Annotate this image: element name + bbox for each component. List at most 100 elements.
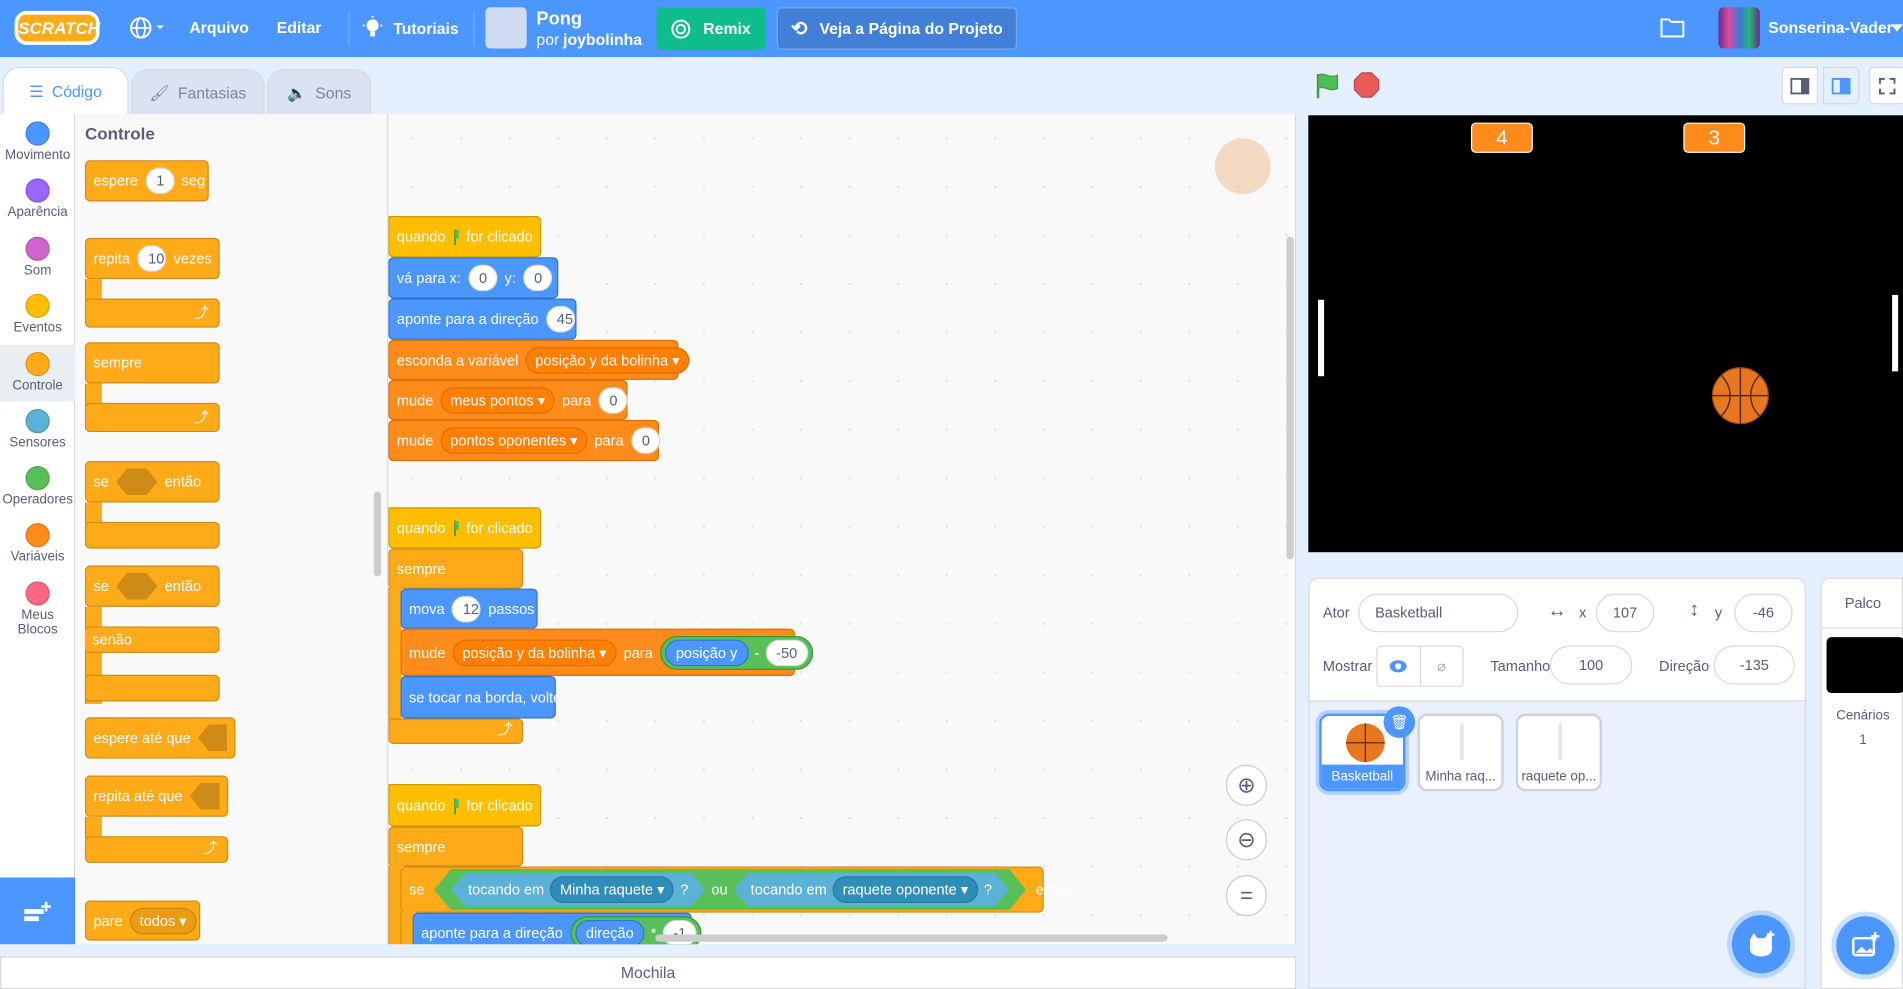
category-events[interactable]: Eventos [0, 286, 75, 343]
stop-icon[interactable] [1353, 72, 1380, 99]
category-motion[interactable]: Movimento [0, 114, 75, 171]
category-control[interactable]: Controle [0, 344, 76, 402]
touching-block[interactable]: tocando em raquete oponente ▾? [734, 873, 1009, 907]
sprite-tile-my-paddle[interactable]: Minha raq... [1417, 713, 1504, 792]
palette-scrollbar[interactable] [373, 491, 382, 577]
chevron-down-icon[interactable] [1890, 24, 1903, 32]
username[interactable]: Sonserina-Vader [1768, 18, 1893, 36]
block-if[interactable]: se então [84, 461, 220, 503]
sprite-dropdown[interactable]: Minha raquete ▾ [550, 876, 674, 903]
y-input[interactable]: -46 [1734, 593, 1793, 633]
number-input[interactable]: 1 [145, 167, 175, 195]
block-repeat[interactable]: repita 10 vezes [84, 237, 220, 280]
variable-dropdown[interactable]: pontos oponentes ▾ [440, 427, 588, 454]
variable-dropdown[interactable]: posição y da bolinha ▾ [525, 346, 690, 374]
stage[interactable]: 4 3 [1308, 115, 1903, 553]
stage-pane[interactable]: Palco Cenários 1 [1820, 577, 1903, 989]
tab-code[interactable]: ☰ Código [2, 66, 129, 116]
stop-dropdown[interactable]: todos ▾ [129, 907, 197, 934]
block-point-in-direction[interactable]: aponte para a direção direção * -1 [412, 912, 703, 945]
block-forever[interactable]: sempre [388, 548, 524, 589]
category-sensing[interactable]: Sensores [0, 402, 75, 459]
size-input[interactable]: 100 [1549, 645, 1633, 685]
category-operators[interactable]: Operadores [0, 459, 75, 516]
user-avatar[interactable] [1718, 7, 1760, 49]
category-my-blocks[interactable]: Meus Blocos [0, 574, 75, 637]
scratch-logo[interactable]: SCRATCH [14, 10, 100, 45]
number-input[interactable]: 45 [545, 305, 575, 333]
tab-costumes[interactable]: 🖌 Fantasias [131, 69, 265, 116]
choose-backdrop-button[interactable] [1836, 916, 1895, 975]
folder-icon[interactable] [1660, 16, 1685, 38]
block-if-on-edge-bounce[interactable]: se tocar na borda, volte [400, 676, 561, 719]
language-menu[interactable] [129, 16, 165, 40]
fullscreen-button[interactable] [1869, 66, 1903, 105]
block-when-flag-clicked[interactable]: quando for clicado [388, 197, 542, 258]
block-text: se [93, 473, 109, 491]
stage-thumbnail[interactable] [1826, 637, 1903, 693]
backpack[interactable]: Mochila [0, 956, 1297, 989]
variable-dropdown[interactable]: meus pontos ▾ [440, 386, 555, 414]
block-text: vá para x: [396, 269, 461, 287]
show-button[interactable] [1377, 646, 1421, 686]
block-set-variable[interactable]: mude pontos oponentes ▾ para 0 [388, 419, 661, 462]
block-wait[interactable]: espere 1 seg [84, 160, 209, 202]
category-sound[interactable]: Som [0, 229, 75, 286]
sprite-dropdown[interactable]: raquete oponente ▾ [833, 876, 978, 903]
add-extension-button[interactable] [0, 877, 76, 945]
tutorials-button[interactable]: Tutoriais [362, 15, 459, 40]
small-stage-button[interactable] [1781, 66, 1819, 105]
block-move-steps[interactable]: mova 12 passos [400, 588, 538, 629]
horizontal-scrollbar[interactable] [655, 934, 1168, 942]
value-input[interactable]: 0 [630, 427, 661, 454]
author-link[interactable]: joybolinha [563, 30, 642, 48]
number-input[interactable]: -50 [765, 638, 809, 666]
green-flag-icon[interactable] [1313, 72, 1342, 101]
block-when-flag-clicked[interactable]: quando for clicado [388, 489, 542, 549]
number-input[interactable]: 10 [137, 245, 167, 272]
x-input[interactable]: 107 [1595, 593, 1655, 633]
category-looks[interactable]: Aparência [0, 171, 75, 228]
zoom-in-button[interactable]: ⊕ [1225, 764, 1268, 806]
block-if[interactable]: se tocando em Minha raquete ▾? ou tocando… [400, 866, 1072, 913]
tab-sounds[interactable]: 🔈 Sons [267, 69, 372, 116]
large-stage-button[interactable] [1822, 66, 1860, 105]
vertical-scrollbar[interactable] [1286, 236, 1294, 560]
block-forever[interactable]: sempre [84, 342, 220, 384]
menu-arquivo[interactable]: Arquivo [189, 18, 249, 36]
direction-input[interactable]: -135 [1713, 645, 1795, 685]
zoom-out-button[interactable]: ⊖ [1225, 819, 1268, 861]
category-variables[interactable]: Variáveis [0, 516, 75, 573]
block-wait-until[interactable]: espere até que [84, 717, 236, 759]
block-hide-variable[interactable]: esconda a variável posição y da bolinha ▾ [388, 339, 690, 380]
direction-reporter[interactable]: direção [574, 919, 645, 945]
block-forever[interactable]: sempre [388, 826, 524, 867]
number-input[interactable]: 0 [468, 264, 498, 292]
or-operator[interactable]: tocando em Minha raquete ▾? ou tocando em… [434, 869, 1026, 910]
subtract-operator[interactable]: posição y - -50 [660, 635, 814, 670]
block-point-in-direction[interactable]: aponte para a direção 45 [388, 298, 577, 340]
block-repeat-until[interactable]: repita até que [84, 775, 229, 817]
choose-sprite-button[interactable] [1731, 915, 1791, 974]
value-input[interactable]: 0 [598, 386, 628, 414]
block-go-to-xy[interactable]: vá para x: 0 y: 0 [388, 257, 559, 299]
block-when-flag-clicked[interactable]: quando for clicado [388, 765, 542, 827]
sprite-name-input[interactable]: Basketball [1358, 593, 1519, 633]
sprite-tile-opponent-paddle[interactable]: raquete op... [1515, 713, 1603, 792]
number-input[interactable]: 0 [523, 264, 553, 292]
block-if-else[interactable]: se então [84, 565, 220, 607]
menu-editar[interactable]: Editar [277, 18, 322, 36]
block-set-variable[interactable]: mude meus pontos ▾ para 0 [388, 379, 628, 420]
block-stop[interactable]: pare todos ▾ [84, 900, 201, 941]
touching-block[interactable]: tocando em Minha raquete ▾? [451, 873, 705, 907]
zoom-reset-button[interactable]: = [1225, 875, 1268, 917]
y-position-reporter[interactable]: posição y [664, 638, 749, 666]
delete-sprite-button[interactable]: 🗑 [1383, 706, 1416, 738]
see-project-page-button[interactable]: ⟲ Veja a Página do Projeto [776, 7, 1018, 50]
remix-button[interactable]: Remix [656, 7, 766, 50]
variable-dropdown[interactable]: posição y da bolinha ▾ [452, 638, 617, 666]
hide-button[interactable]: ⌀ [1421, 647, 1463, 686]
block-set-variable[interactable]: mude posição y da bolinha ▾ para posição y… [400, 628, 814, 677]
number-input[interactable]: 12 [451, 595, 482, 622]
code-workspace[interactable]: quando for clicado vá para x: 0 y: 0 aponte … [388, 114, 1297, 945]
